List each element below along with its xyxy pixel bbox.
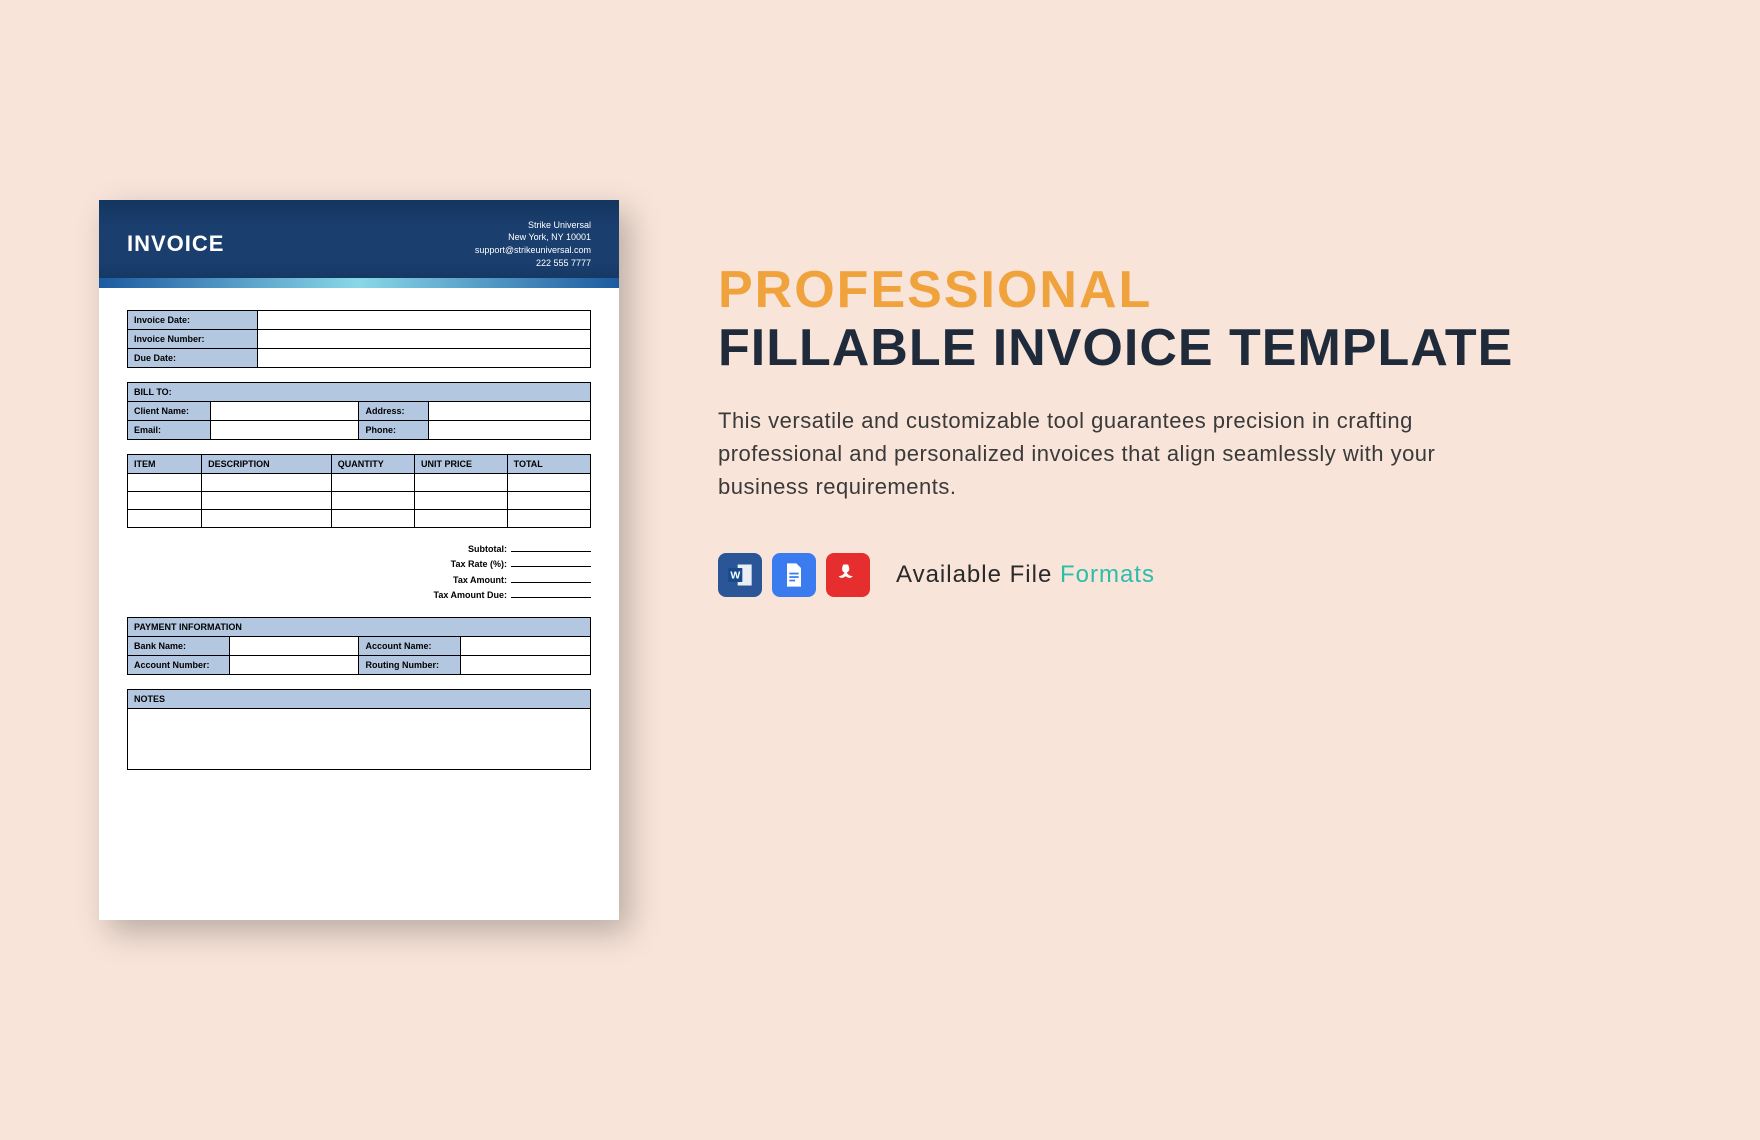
label-tax-amount-due: Tax Amount Due: [434, 590, 508, 600]
label-due-date: Due Date: [128, 349, 258, 368]
items-table: ITEM DESCRIPTION QUANTITY UNIT PRICE TOT… [127, 454, 591, 528]
totals-block: Subtotal: Tax Rate (%): Tax Amount: Tax … [127, 542, 591, 603]
field-email[interactable] [211, 421, 359, 440]
notes-table: NOTES [127, 689, 591, 709]
col-quantity: QUANTITY [331, 455, 414, 474]
title-accent: PROFESSIONAL [718, 260, 1700, 320]
field-phone[interactable] [428, 421, 590, 440]
label-client-name: Client Name: [128, 402, 211, 421]
field-address[interactable] [428, 402, 590, 421]
field-invoice-date[interactable] [257, 311, 590, 330]
company-city: New York, NY 10001 [475, 231, 591, 244]
label-invoice-number: Invoice Number: [128, 330, 258, 349]
company-block: Strike Universal New York, NY 10001 supp… [475, 219, 591, 269]
table-row[interactable] [128, 492, 591, 510]
billto-table: BILL TO: Client Name: Address: Email: Ph… [127, 382, 591, 440]
label-address: Address: [359, 402, 428, 421]
label-routing-number: Routing Number: [359, 656, 461, 675]
doc-body: Invoice Date: Invoice Number: Due Date: … [99, 288, 619, 786]
table-row[interactable] [128, 510, 591, 528]
left-panel: INVOICE Strike Universal New York, NY 10… [0, 0, 718, 1140]
field-account-number[interactable] [229, 656, 359, 675]
field-invoice-number[interactable] [257, 330, 590, 349]
notes-heading: NOTES [128, 690, 591, 709]
payment-heading: PAYMENT INFORMATION [128, 618, 591, 637]
field-routing-number[interactable] [461, 656, 591, 675]
label-bank-name: Bank Name: [128, 637, 230, 656]
label-phone: Phone: [359, 421, 428, 440]
label-tax-amount: Tax Amount: [453, 575, 507, 585]
col-description: DESCRIPTION [202, 455, 332, 474]
company-name: Strike Universal [475, 219, 591, 232]
col-item: ITEM [128, 455, 202, 474]
page-container: INVOICE Strike Universal New York, NY 10… [0, 0, 1760, 1140]
format-icons: W [718, 553, 870, 597]
formats-label-a: Available File [896, 561, 1060, 588]
formats-row: W Available File Formats [718, 553, 1700, 597]
notes-field[interactable] [127, 708, 591, 770]
col-unit-price: UNIT PRICE [415, 455, 508, 474]
title-main: FILLABLE INVOICE TEMPLATE [718, 320, 1700, 376]
company-phone: 222 555 7777 [475, 257, 591, 270]
table-row[interactable] [128, 474, 591, 492]
label-tax-rate: Tax Rate (%): [451, 559, 507, 569]
promo-description: This versatile and customizable tool gua… [718, 404, 1458, 503]
formats-label: Available File Formats [896, 561, 1155, 589]
label-account-name: Account Name: [359, 637, 461, 656]
field-subtotal[interactable] [511, 551, 591, 552]
invoice-document: INVOICE Strike Universal New York, NY 10… [99, 200, 619, 920]
field-account-name[interactable] [461, 637, 591, 656]
google-docs-icon [772, 553, 816, 597]
company-email: support@strikeuniversal.com [475, 244, 591, 257]
field-tax-amount-due[interactable] [511, 597, 591, 598]
field-tax-amount[interactable] [511, 582, 591, 583]
meta-table: Invoice Date: Invoice Number: Due Date: [127, 310, 591, 368]
col-total: TOTAL [507, 455, 590, 474]
field-client-name[interactable] [211, 402, 359, 421]
label-account-number: Account Number: [128, 656, 230, 675]
label-subtotal: Subtotal: [468, 544, 507, 554]
label-email: Email: [128, 421, 211, 440]
pdf-icon [826, 553, 870, 597]
word-icon: W [718, 553, 762, 597]
payment-table: PAYMENT INFORMATION Bank Name: Account N… [127, 617, 591, 675]
doc-header: INVOICE Strike Universal New York, NY 10… [99, 200, 619, 288]
svg-text:W: W [730, 570, 740, 582]
invoice-title: INVOICE [127, 231, 224, 257]
field-bank-name[interactable] [229, 637, 359, 656]
field-tax-rate[interactable] [511, 566, 591, 567]
field-due-date[interactable] [257, 349, 590, 368]
billto-heading: BILL TO: [128, 383, 591, 402]
right-panel: PROFESSIONAL FILLABLE INVOICE TEMPLATE T… [718, 0, 1760, 1140]
formats-label-b: Formats [1060, 561, 1155, 588]
label-invoice-date: Invoice Date: [128, 311, 258, 330]
